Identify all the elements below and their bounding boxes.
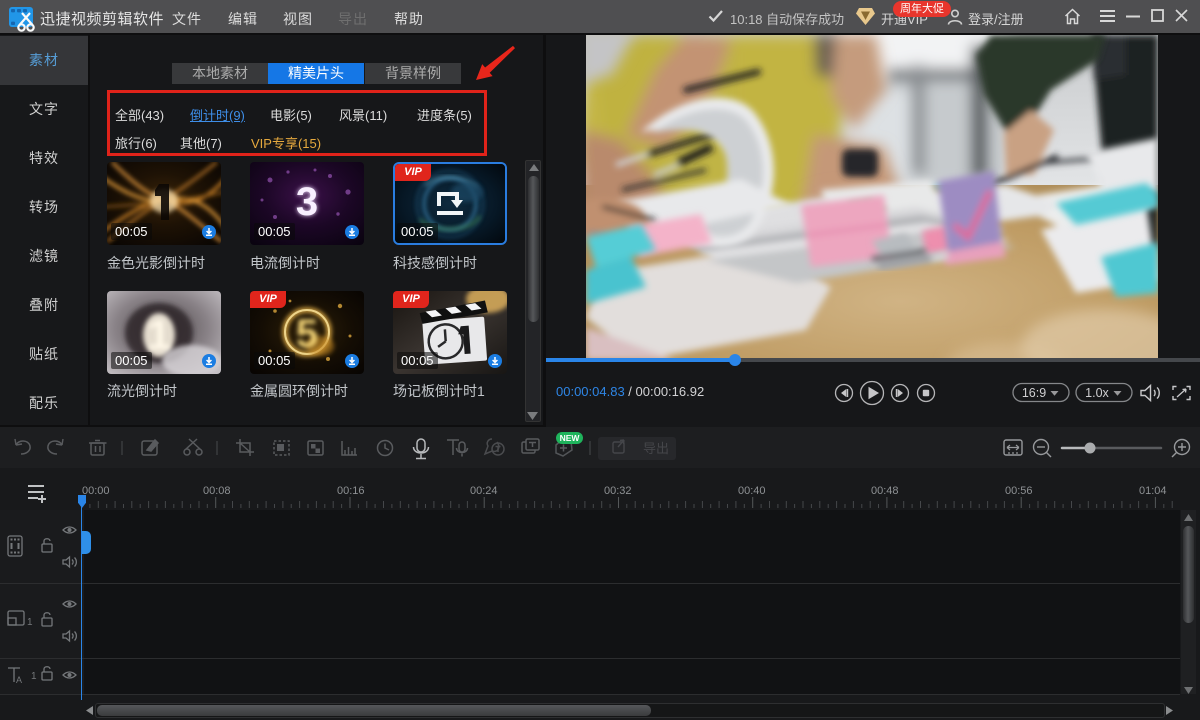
svg-text:01:04: 01:04 (1139, 485, 1167, 497)
svg-text:5: 5 (296, 312, 318, 356)
svg-text:00:56: 00:56 (1005, 485, 1033, 497)
svg-text:00:48: 00:48 (871, 485, 899, 497)
svg-text:00:32: 00:32 (604, 485, 632, 497)
svg-text:1: 1 (31, 671, 37, 682)
svg-text:NEW: NEW (560, 433, 581, 443)
svg-text:1.0x: 1.0x (1085, 386, 1109, 400)
svg-text:A: A (16, 675, 22, 685)
svg-text:00:16: 00:16 (337, 485, 365, 497)
svg-text:00:00: 00:00 (82, 485, 110, 497)
svg-text:00:24: 00:24 (470, 485, 498, 497)
svg-text:1: 1 (147, 311, 170, 358)
svg-text:00:40: 00:40 (738, 485, 766, 497)
svg-text:导出: 导出 (643, 441, 669, 456)
svg-text:3: 3 (296, 180, 318, 224)
svg-text:16:9: 16:9 (1022, 386, 1046, 400)
svg-text:1: 1 (27, 617, 33, 628)
svg-text:00:08: 00:08 (203, 485, 231, 497)
